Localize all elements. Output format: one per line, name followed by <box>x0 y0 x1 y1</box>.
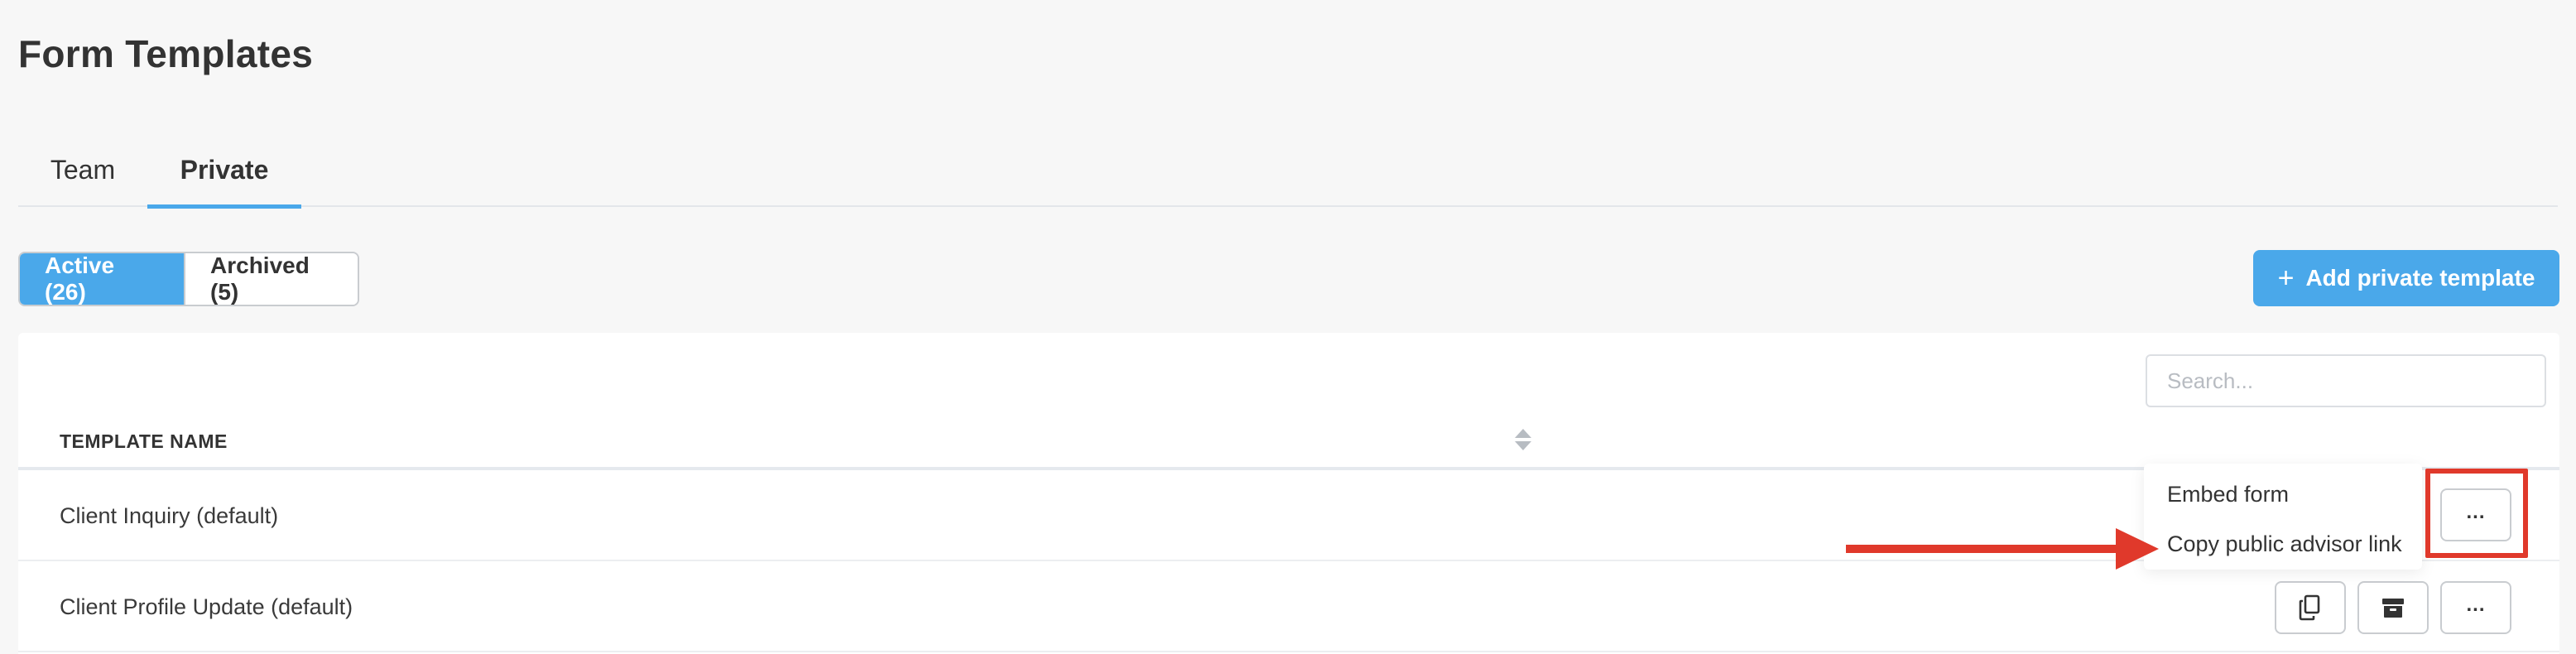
search-input[interactable] <box>2146 354 2546 407</box>
table-row[interactable]: Client Profile Update (default) ... <box>18 561 2559 652</box>
column-header-template-name: TEMPLATE NAME <box>60 430 228 452</box>
copy-icon <box>2299 594 2320 621</box>
page-title: Form Templates <box>18 32 314 75</box>
annotation-arrow-icon <box>1846 528 2159 570</box>
status-toggle: Active (26) Archived (5) <box>18 252 359 306</box>
active-filter-button[interactable]: Active (26) <box>20 253 184 305</box>
duplicate-button[interactable] <box>2275 581 2346 634</box>
archive-icon <box>2382 599 2404 618</box>
menu-item-copy-public-advisor-link[interactable]: Copy public advisor link <box>2167 531 2402 557</box>
sort-icon[interactable] <box>1513 426 1533 454</box>
annotation-highlight-box <box>2425 469 2528 558</box>
tab-team[interactable]: Team <box>18 132 147 207</box>
more-options-button[interactable]: ... <box>2440 581 2511 634</box>
template-name: Client Inquiry (default) <box>60 503 279 528</box>
more-options-label: ... <box>2466 594 2486 616</box>
archive-button[interactable] <box>2357 581 2429 634</box>
plus-icon: + <box>2277 262 2295 294</box>
menu-item-embed-form[interactable]: Embed form <box>2167 482 2289 507</box>
tab-bar: Team Private <box>18 132 2558 209</box>
template-name: Client Profile Update (default) <box>60 594 353 619</box>
add-private-template-button[interactable]: + Add private template <box>2253 250 2559 306</box>
archived-filter-button[interactable]: Archived (5) <box>184 253 358 305</box>
add-private-template-label: Add private template <box>2305 265 2535 291</box>
more-options-menu: Embed form Copy public advisor link <box>2144 464 2422 570</box>
tab-private[interactable]: Private <box>147 132 301 209</box>
page: Form Templates Team Private Active (26) … <box>0 0 2576 654</box>
